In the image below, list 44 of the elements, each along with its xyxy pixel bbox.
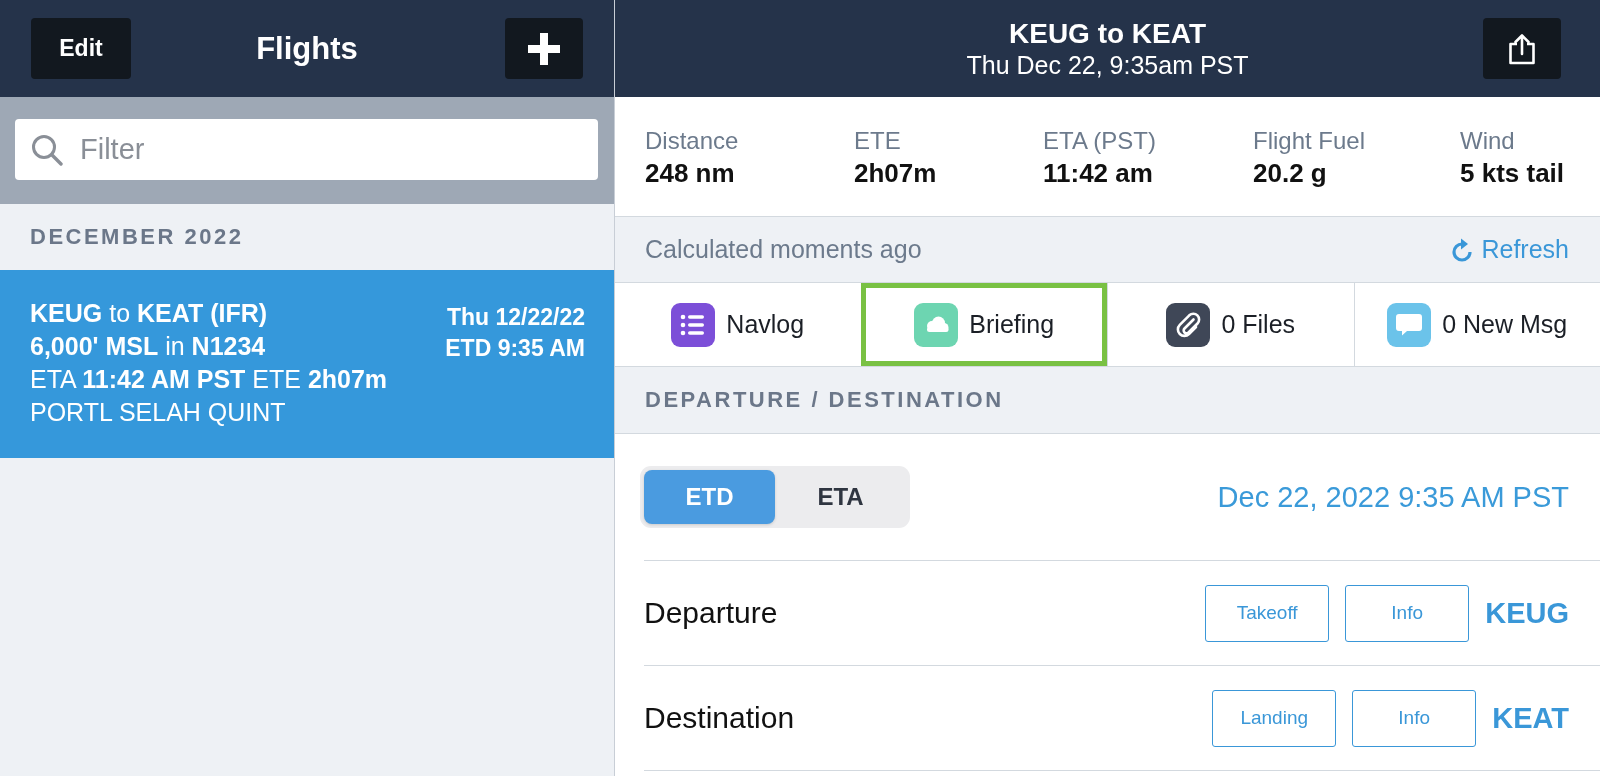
flight-subtitle: Thu Dec 22, 9:35am PST xyxy=(966,49,1249,80)
flight-departure-time: ETD 9:35 AM xyxy=(445,334,585,363)
stat-label: Distance xyxy=(645,126,739,156)
search-icon xyxy=(31,134,63,166)
stat-value: 248 nm xyxy=(645,157,735,190)
time-mode-segment[interactable]: ETD xyxy=(644,470,775,524)
airport-action-button[interactable]: Takeoff xyxy=(1205,584,1330,642)
airport-code[interactable]: KEUG xyxy=(1485,596,1569,630)
flight-date: Thu 12/22/22 xyxy=(446,303,585,332)
section-title: DEPARTURE / DESTINATION xyxy=(645,387,1004,413)
stat-value: 2h07m xyxy=(854,157,937,190)
stat-value: 20.2 g xyxy=(1253,157,1327,190)
share-button[interactable] xyxy=(1483,18,1561,79)
flight-altitude: 6,000' MSL in N1234 xyxy=(30,331,266,362)
airport-action-button[interactable]: Info xyxy=(1345,584,1470,642)
search-field[interactable]: Filter xyxy=(15,119,598,180)
airport-action-button[interactable]: Landing xyxy=(1212,689,1337,747)
airport-action-button[interactable]: Info xyxy=(1352,689,1477,747)
departure-time-link[interactable]: Dec 22, 2022 9:35 AM PST xyxy=(1217,480,1569,514)
stat-label: ETE xyxy=(854,126,901,156)
stat-label: Flight Fuel xyxy=(1253,126,1366,156)
section-title: DECEMBER 2022 xyxy=(30,224,244,250)
airport-row-label: Departure xyxy=(644,596,778,630)
share-icon xyxy=(1508,32,1536,65)
sidebar-title: Flights xyxy=(256,30,358,67)
flight-title: KEUG to KEAT xyxy=(1009,17,1206,50)
flight-waypoints: PORTL SELAH QUINT xyxy=(30,397,286,428)
airport-row-label: Destination xyxy=(644,701,795,735)
flight-route: KEUG to KEAT (IFR) xyxy=(30,298,268,329)
flight-times: ETA 11:42 AM PST ETE 2h07m xyxy=(30,364,388,395)
plus-icon xyxy=(528,32,560,65)
refresh-icon xyxy=(1451,237,1474,262)
edit-button[interactable]: Edit xyxy=(31,18,131,79)
flight-row[interactable]: KEUG to KEAT (IFR) 6,000' MSL in N1234 ETA 11:42 AM PST ETE 2h07m PORTL SELAH QUINT Thu 12/22/22 ETD 9:35 AM xyxy=(0,270,614,458)
airport-code[interactable]: KEAT xyxy=(1492,701,1569,735)
calculation-status: Calculated moments ago xyxy=(645,235,922,264)
stat-value: 11:42 am xyxy=(1043,157,1153,190)
refresh-button[interactable]: Refresh xyxy=(1451,235,1569,264)
add-button[interactable] xyxy=(505,18,583,79)
section-tab[interactable]: Briefing xyxy=(860,283,1107,366)
stat-value: 5 kts tail xyxy=(1460,157,1565,190)
stat-label: Wind xyxy=(1460,126,1515,156)
stat-label: ETA (PST) xyxy=(1043,126,1156,156)
time-mode-segment[interactable]: ETA xyxy=(775,470,906,524)
